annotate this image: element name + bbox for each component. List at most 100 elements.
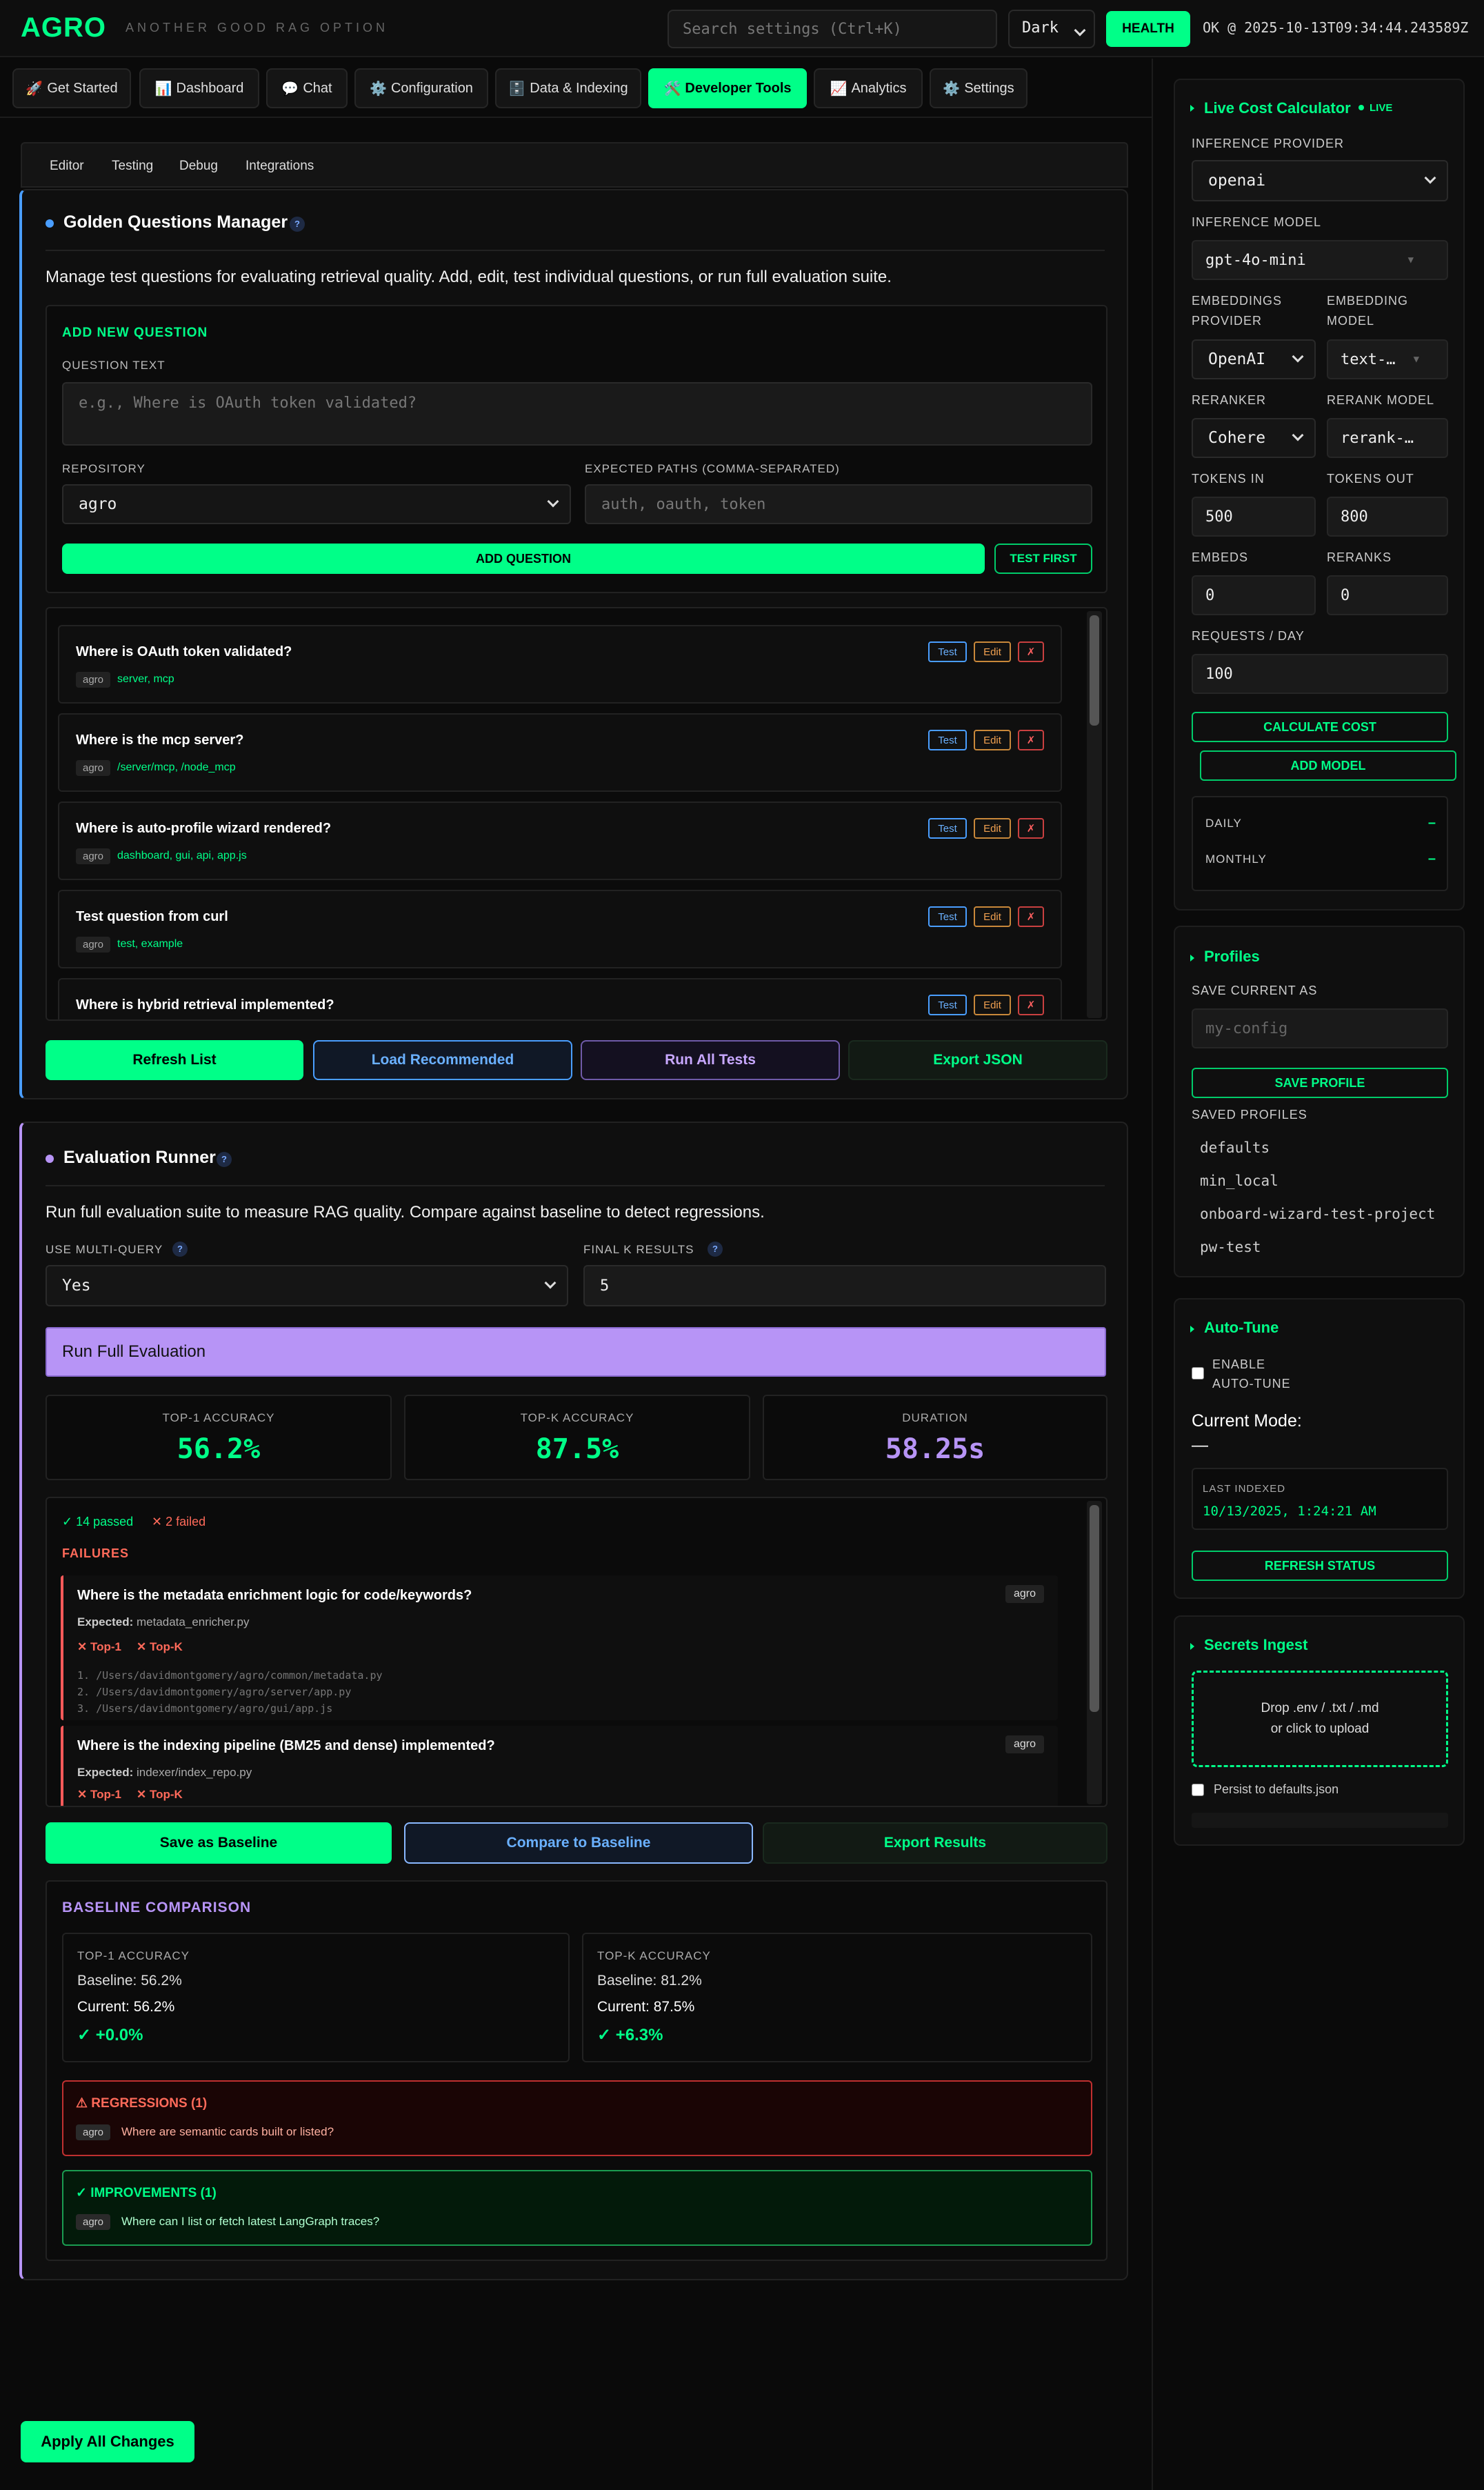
evaluation-runner-panel: Evaluation Runner ? Run full evaluation … bbox=[19, 1122, 1128, 2280]
failure-item: Where is the metadata enrichment logic f… bbox=[61, 1575, 1058, 1720]
scrollbar-thumb[interactable] bbox=[1090, 1505, 1099, 1712]
help-icon[interactable]: ? bbox=[708, 1242, 723, 1257]
profile-name-input[interactable]: my-config bbox=[1192, 1008, 1448, 1048]
inference-provider-select[interactable]: openai bbox=[1192, 160, 1448, 201]
export-results-button[interactable]: Export Results bbox=[763, 1822, 1107, 1864]
tab-dashboard[interactable]: 📊 Dashboard bbox=[139, 68, 259, 108]
test-question-button[interactable]: Test bbox=[928, 995, 967, 1015]
tab-get-started[interactable]: 🚀 Get Started bbox=[12, 68, 131, 108]
tab-analytics[interactable]: 📈 Analytics bbox=[814, 68, 923, 108]
repo-badge: agro bbox=[76, 2124, 111, 2140]
calculate-cost-button[interactable]: CALCULATE COST bbox=[1192, 712, 1448, 742]
question-list[interactable]: Where is OAuth token validated? agro ser… bbox=[46, 607, 1107, 1021]
test-question-button[interactable]: Test bbox=[928, 818, 967, 839]
top1-fail-tag: ✕ Top-1 bbox=[77, 1640, 121, 1653]
multi-query-select[interactable]: Yes bbox=[46, 1265, 568, 1306]
persist-checkbox[interactable] bbox=[1192, 1784, 1204, 1796]
test-question-button[interactable]: Test bbox=[928, 730, 967, 750]
reranks-input[interactable]: 0 bbox=[1327, 575, 1448, 615]
mode-value: — bbox=[1192, 1436, 1208, 1455]
test-first-button[interactable]: TEST FIRST bbox=[994, 544, 1092, 574]
delete-question-button[interactable]: ✗ bbox=[1018, 818, 1044, 839]
panel-title: Secrets Ingest bbox=[1204, 1636, 1308, 1653]
add-model-button[interactable]: ADD MODEL bbox=[1200, 750, 1456, 781]
metric-value: 56.2% bbox=[177, 1433, 261, 1465]
expected-paths-input[interactable]: auth, oauth, token bbox=[585, 484, 1092, 524]
delete-question-button[interactable]: ✗ bbox=[1018, 641, 1044, 662]
subtab-debug[interactable]: Debug bbox=[179, 159, 218, 174]
embeds-input[interactable]: 0 bbox=[1192, 575, 1316, 615]
subtab-integrations[interactable]: Integrations bbox=[245, 159, 314, 174]
help-icon[interactable]: ? bbox=[172, 1242, 188, 1257]
tab-configuration[interactable]: ⚙️ Configuration bbox=[354, 68, 488, 108]
requests-per-day-input[interactable]: 100 bbox=[1192, 654, 1448, 694]
help-icon[interactable]: ? bbox=[217, 1152, 232, 1167]
profile-item[interactable]: onboard-wizard-test-project bbox=[1200, 1206, 1435, 1222]
delta-value: ✓ +6.3% bbox=[597, 2026, 663, 2044]
add-question-button[interactable]: ADD QUESTION bbox=[62, 544, 985, 574]
subtab-testing[interactable]: Testing bbox=[112, 159, 153, 174]
edit-question-button[interactable]: Edit bbox=[974, 906, 1011, 927]
edit-question-button[interactable]: Edit bbox=[974, 818, 1011, 839]
delete-question-button[interactable]: ✗ bbox=[1018, 730, 1044, 750]
last-indexed-label: LAST INDEXED bbox=[1203, 1483, 1286, 1495]
question-text: Test question from curl bbox=[76, 909, 228, 924]
final-k-input[interactable]: 5 bbox=[583, 1265, 1106, 1306]
question-text: Where is hybrid retrieval implemented? bbox=[76, 997, 334, 1013]
metric-label: TOP-1 ACCURACY bbox=[77, 1949, 190, 1962]
refresh-list-button[interactable]: Refresh List bbox=[46, 1040, 303, 1080]
edit-question-button[interactable]: Edit bbox=[974, 730, 1011, 750]
caret-right-icon bbox=[1190, 1326, 1194, 1333]
profile-item[interactable]: defaults bbox=[1200, 1139, 1270, 1156]
question-text-input[interactable]: e.g., Where is OAuth token validated? bbox=[62, 382, 1092, 446]
tab-chat[interactable]: 💬 Chat bbox=[266, 68, 348, 108]
ingest-output bbox=[1192, 1813, 1448, 1828]
save-profile-button[interactable]: SAVE PROFILE bbox=[1192, 1068, 1448, 1098]
test-question-button[interactable]: Test bbox=[928, 906, 967, 927]
tab-data-indexing[interactable]: 🗄️ Data & Indexing bbox=[495, 68, 641, 108]
health-button[interactable]: HEALTH bbox=[1106, 11, 1190, 47]
tab-label: Configuration bbox=[390, 80, 473, 96]
field-label: SAVED PROFILES bbox=[1192, 1108, 1307, 1122]
save-as-baseline-button[interactable]: Save as Baseline bbox=[46, 1822, 392, 1864]
refresh-status-button[interactable]: REFRESH STATUS bbox=[1192, 1551, 1448, 1581]
file-drop-zone[interactable]: Drop .env / .txt / .md or click to uploa… bbox=[1192, 1671, 1448, 1767]
embeddings-provider-select[interactable]: OpenAI bbox=[1192, 339, 1316, 379]
theme-select[interactable]: Dark bbox=[1008, 10, 1095, 48]
tokens-in-input[interactable]: 500 bbox=[1192, 497, 1316, 537]
compare-to-baseline-button[interactable]: Compare to Baseline bbox=[404, 1822, 753, 1864]
tokens-out-input[interactable]: 800 bbox=[1327, 497, 1448, 537]
embedding-model-input[interactable]: text-… ▼ bbox=[1327, 339, 1448, 379]
mode-label: Current Mode: bbox=[1192, 1411, 1302, 1431]
evaluation-results[interactable]: ✓ 14 passed ✕ 2 failed FAILURES Where is… bbox=[46, 1497, 1107, 1807]
inference-model-input[interactable]: gpt-4o-mini ▼ bbox=[1192, 240, 1448, 280]
profile-item[interactable]: pw-test bbox=[1200, 1239, 1261, 1255]
repository-select[interactable]: agro bbox=[62, 484, 571, 524]
delete-question-button[interactable]: ✗ bbox=[1018, 995, 1044, 1015]
settings-search-input[interactable]: Search settings (Ctrl+K) bbox=[668, 10, 997, 48]
chevron-down-icon bbox=[547, 495, 559, 508]
enable-auto-tune-checkbox[interactable] bbox=[1192, 1367, 1204, 1380]
help-icon[interactable]: ? bbox=[290, 217, 305, 232]
edit-question-button[interactable]: Edit bbox=[974, 995, 1011, 1015]
sub-tabs: Editor Testing Debug Integrations bbox=[21, 142, 1128, 188]
apply-all-changes-button[interactable]: Apply All Changes bbox=[21, 2421, 194, 2462]
placeholder: auth, oauth, token bbox=[601, 495, 766, 513]
run-full-evaluation-button[interactable]: Run Full Evaluation bbox=[46, 1327, 1106, 1377]
edit-question-button[interactable]: Edit bbox=[974, 641, 1011, 662]
reranker-select[interactable]: Cohere bbox=[1192, 418, 1316, 458]
subtab-editor[interactable]: Editor bbox=[50, 159, 84, 174]
tab-developer-tools[interactable]: 🛠️ Developer Tools bbox=[648, 68, 807, 108]
delete-question-button[interactable]: ✗ bbox=[1018, 906, 1044, 927]
tab-settings[interactable]: ⚙️ Settings bbox=[930, 68, 1027, 108]
scrollbar[interactable] bbox=[1087, 611, 1102, 1018]
load-recommended-button[interactable]: Load Recommended bbox=[313, 1040, 572, 1080]
scrollbar-thumb[interactable] bbox=[1090, 615, 1099, 726]
rerank-model-input[interactable]: rerank-… bbox=[1327, 418, 1448, 458]
export-json-button[interactable]: Export JSON bbox=[848, 1040, 1107, 1080]
scrollbar[interactable] bbox=[1087, 1501, 1102, 1804]
test-question-button[interactable]: Test bbox=[928, 641, 967, 662]
expected-paths: server, mcp bbox=[117, 673, 174, 685]
profile-item[interactable]: min_local bbox=[1200, 1173, 1279, 1189]
run-all-tests-button[interactable]: Run All Tests bbox=[581, 1040, 840, 1080]
